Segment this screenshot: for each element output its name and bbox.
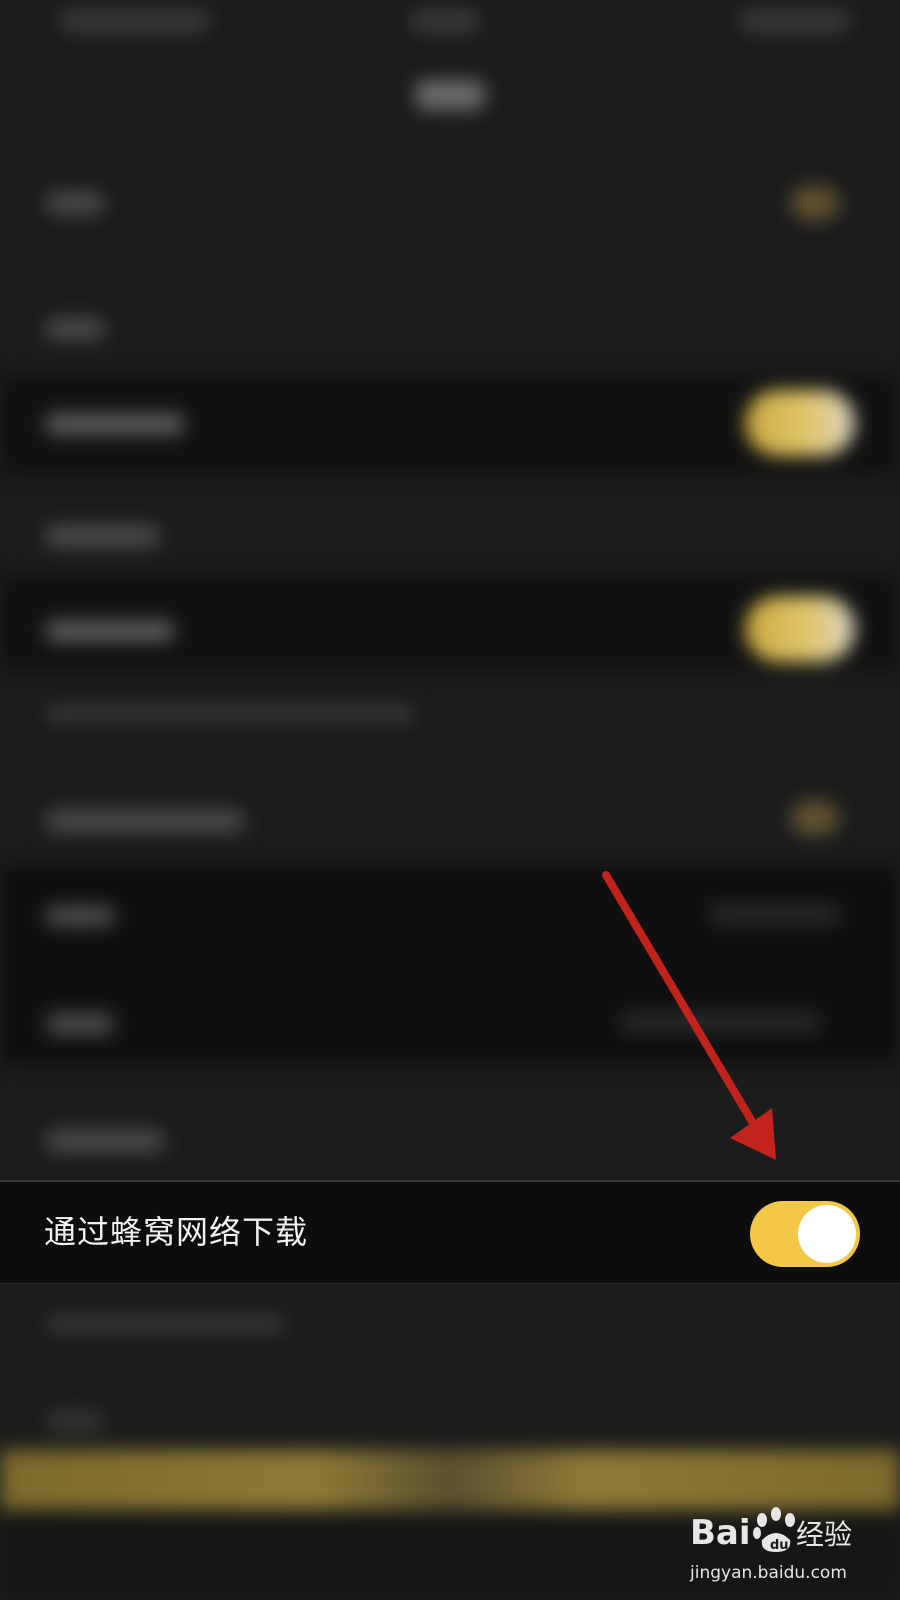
watermark-url: jingyan.baidu.com xyxy=(690,1563,847,1583)
svg-text:Bai: Bai xyxy=(690,1513,751,1553)
bg-nav-title xyxy=(415,80,485,110)
baidu-logo-icon: Bai du 经验 xyxy=(690,1507,852,1553)
bg-row-hint xyxy=(45,705,415,723)
bg-status-left xyxy=(60,10,210,32)
bg-row-value xyxy=(620,1013,820,1031)
bg-status-center xyxy=(410,10,480,32)
cellular-download-toggle[interactable] xyxy=(750,1201,860,1267)
bg-toggle xyxy=(745,596,855,662)
bg-row-badge xyxy=(790,800,840,836)
bg-row-hint xyxy=(45,1315,285,1333)
bg-row-dark xyxy=(0,865,900,1065)
setting-label: 通过蜂窝网络下载 xyxy=(44,1213,309,1251)
bg-row-label xyxy=(45,905,115,927)
bg-row-label xyxy=(45,620,175,642)
blurred-background xyxy=(0,0,900,1600)
setting-row-cellular-download: 通过蜂窝网络下载 xyxy=(0,1180,900,1284)
baidu-watermark: Bai du 经验 jingyan.baidu.com xyxy=(688,1500,888,1590)
bg-row-label xyxy=(45,1410,105,1432)
bg-row-label xyxy=(45,810,245,832)
svg-text:du: du xyxy=(770,1538,789,1553)
bg-toggle xyxy=(745,390,855,456)
bg-row-label xyxy=(45,525,160,547)
bg-row-label xyxy=(45,192,105,214)
bg-row-value xyxy=(710,905,840,923)
svg-text:经验: 经验 xyxy=(796,1518,852,1551)
settings-screen: 通过蜂窝网络下载 Bai du 经验 jingyan.baidu.com xyxy=(0,0,900,1600)
bg-row-label xyxy=(45,413,185,435)
bg-row-label xyxy=(45,318,105,340)
toggle-knob xyxy=(798,1205,856,1263)
bg-row-label xyxy=(45,1130,165,1152)
bg-row-badge xyxy=(790,185,840,221)
bg-status-right xyxy=(740,10,850,32)
bg-row-label xyxy=(45,1013,115,1035)
